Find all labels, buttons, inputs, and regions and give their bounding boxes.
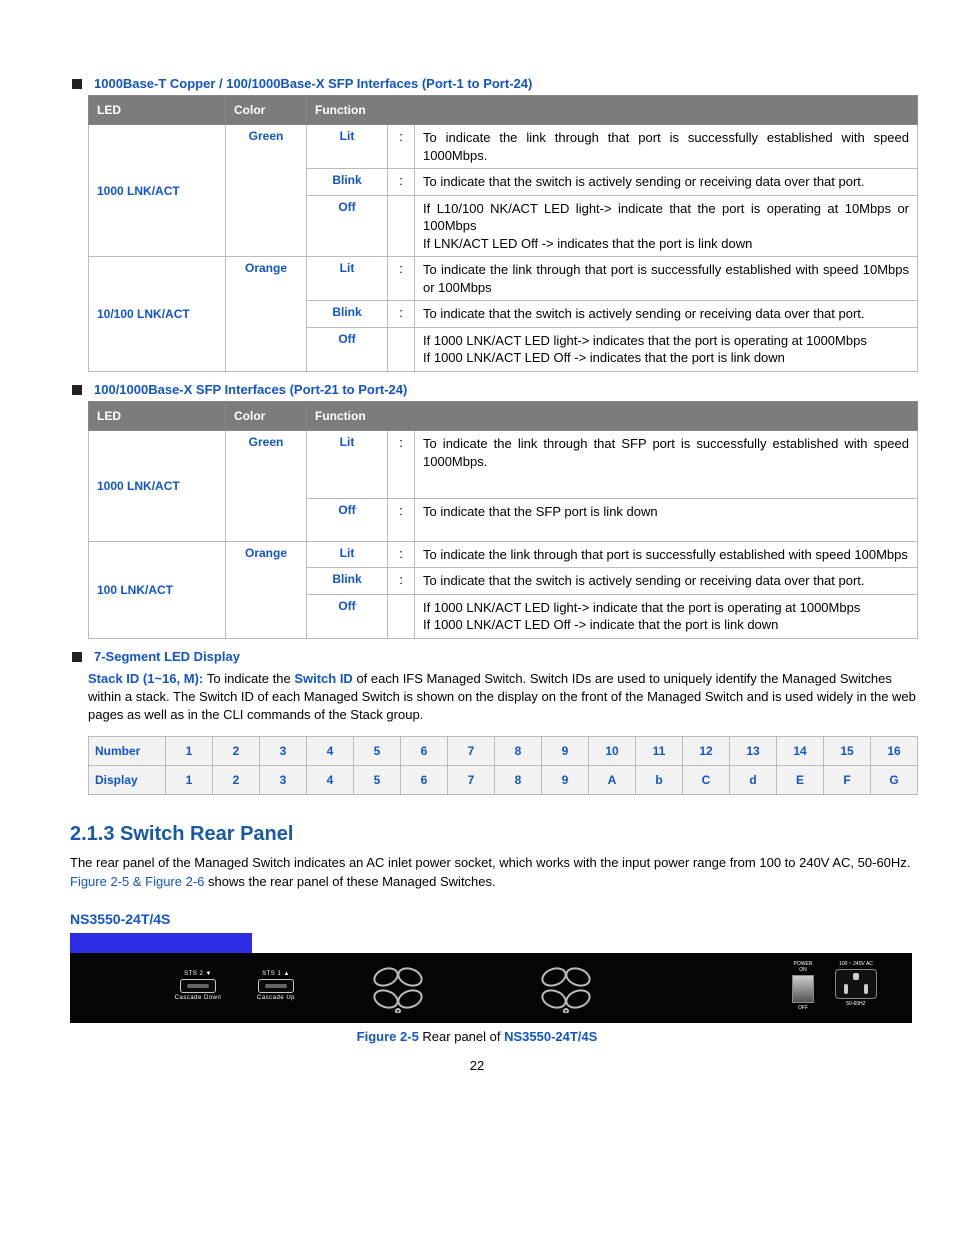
sts1-bot-label: Cascade Up: [248, 995, 304, 1001]
power-off-label: OFF: [786, 1005, 820, 1011]
led-table-1: LED Color Function 1000 LNK/ACT Green Li…: [88, 95, 918, 372]
r1s1: Lit: [307, 125, 388, 169]
rear-panel-figure: STS 2 ▼ Cascade Down STS 1 ▲ Cascade Up: [70, 953, 912, 1023]
sr1f2: To indicate that the SFP port is link do…: [415, 499, 918, 542]
th-led: LED: [89, 96, 226, 125]
stack-port-1: STS 1 ▲ Cascade Up: [248, 971, 304, 1001]
th-color: Color: [226, 402, 307, 431]
r2f1: To indicate the link through that port i…: [415, 257, 918, 301]
th-led: LED: [89, 402, 226, 431]
power-switch-icon: POWER ON OFF: [786, 961, 820, 1011]
ac-bot-label: 50-60HZ: [830, 1001, 882, 1007]
r1s3: Off: [307, 195, 388, 257]
srow2-color: Orange: [226, 541, 307, 638]
page-number: 22: [18, 1044, 936, 1073]
led-table-2: LED Color Function 1000 LNK/ACT Green Li…: [88, 401, 918, 639]
stack-lead: Stack ID (1~16, M):: [88, 671, 207, 686]
sr1s2: Off: [307, 499, 388, 542]
row-number-hdr: Number: [89, 737, 166, 766]
th-function: Function: [307, 402, 918, 431]
sr2s3: Off: [307, 594, 388, 638]
bullet-text: 100/1000Base-X SFP Interfaces (Port-21 t…: [94, 382, 407, 397]
r1f3: If L10/100 NK/ACT LED light-> indicate t…: [415, 195, 918, 257]
stack-port-icon: [180, 979, 216, 993]
bullet-text: 7-Segment LED Display: [94, 649, 240, 664]
th-function: Function: [307, 96, 918, 125]
bullet-square-icon: [72, 79, 82, 89]
bullet-text: 1000Base-T Copper / 100/1000Base-X SFP I…: [94, 76, 532, 91]
stack-switch-id: Switch ID: [294, 671, 353, 686]
sts2-top-label: STS 2 ▼: [170, 971, 226, 977]
model-heading: NS3550-24T/4S: [70, 911, 936, 927]
figure-caption: Figure 2-5 Rear panel of NS3550-24T/4S: [18, 1023, 936, 1044]
sts2-bot-label: Cascade Down: [170, 995, 226, 1001]
srow1-color: Green: [226, 431, 307, 542]
para-b: shows the rear panel of these Managed Sw…: [204, 874, 495, 889]
figure-link[interactable]: Figure 2-5 & Figure 2-6: [70, 874, 204, 889]
srow1-label: 1000 LNK/ACT: [89, 431, 226, 542]
row1-label: 1000 LNK/ACT: [89, 125, 226, 257]
ac-top-label: 100 ~ 240V AC: [830, 961, 882, 967]
srow2-label: 100 LNK/ACT: [89, 541, 226, 638]
stack-description: Stack ID (1~16, M): To indicate the Swit…: [18, 668, 936, 733]
r1f2: To indicate that the switch is actively …: [415, 169, 918, 196]
th-color: Color: [226, 96, 307, 125]
sr2f3: If 1000 LNK/ACT LED light-> indicate tha…: [415, 594, 918, 638]
bullet-square-icon: [72, 652, 82, 662]
row1-color: Green: [226, 125, 307, 257]
sr1s1: Lit: [307, 431, 388, 499]
stack-t1: To indicate the: [207, 671, 294, 686]
r2s2: Blink: [307, 301, 388, 328]
sr2s2: Blink: [307, 568, 388, 595]
seven-segment-table: Number 1 2 3 4 5 6 7 8 9 10 11 12 13 14 …: [88, 736, 918, 795]
section-paragraph: The rear panel of the Managed Switch ind…: [18, 854, 936, 900]
table-row: Number 1 2 3 4 5 6 7 8 9 10 11 12 13 14 …: [89, 737, 918, 766]
fan-icon: [538, 963, 594, 1013]
power-on-label: ON: [786, 967, 820, 973]
section-heading: 2.1.3 Switch Rear Panel: [70, 823, 936, 846]
bullet-seven-seg: 7-Segment LED Display: [18, 649, 936, 664]
table-row: Display 1 2 3 4 5 6 7 8 9 A b C d E F G: [89, 766, 918, 795]
model-tab: [70, 933, 252, 953]
r2f3: If 1000 LNK/ACT LED light-> indicates th…: [415, 327, 918, 371]
figcap-c: NS3550-24T/4S: [504, 1029, 597, 1044]
fan-icon: [370, 963, 426, 1013]
figcap-a: Figure 2-5: [357, 1029, 423, 1044]
colon: :: [388, 125, 415, 169]
bullet-copper-sfp: 1000Base-T Copper / 100/1000Base-X SFP I…: [18, 76, 936, 91]
r1s2: Blink: [307, 169, 388, 196]
bullet-square-icon: [72, 385, 82, 395]
sr2f2: To indicate that the switch is actively …: [415, 568, 918, 595]
r1f1: To indicate the link through that port i…: [415, 125, 918, 169]
sts1-top-label: STS 1 ▲: [248, 971, 304, 977]
bullet-sfp: 100/1000Base-X SFP Interfaces (Port-21 t…: [18, 382, 936, 397]
sr1f1: To indicate the link through that SFP po…: [415, 431, 918, 499]
r2s1: Lit: [307, 257, 388, 301]
r2s3: Off: [307, 327, 388, 371]
sr2s1: Lit: [307, 541, 388, 568]
figcap-b: Rear panel of: [422, 1029, 504, 1044]
stack-port-2: STS 2 ▼ Cascade Down: [170, 971, 226, 1001]
stack-port-icon: [258, 979, 294, 993]
sr2f1: To indicate the link through that port i…: [415, 541, 918, 568]
para-a: The rear panel of the Managed Switch ind…: [70, 855, 910, 870]
row2-label: 10/100 LNK/ACT: [89, 257, 226, 372]
ac-inlet-icon: 100 ~ 240V AC 50-60HZ: [830, 961, 882, 1007]
row2-color: Orange: [226, 257, 307, 372]
row-display-hdr: Display: [89, 766, 166, 795]
r2f2: To indicate that the switch is actively …: [415, 301, 918, 328]
